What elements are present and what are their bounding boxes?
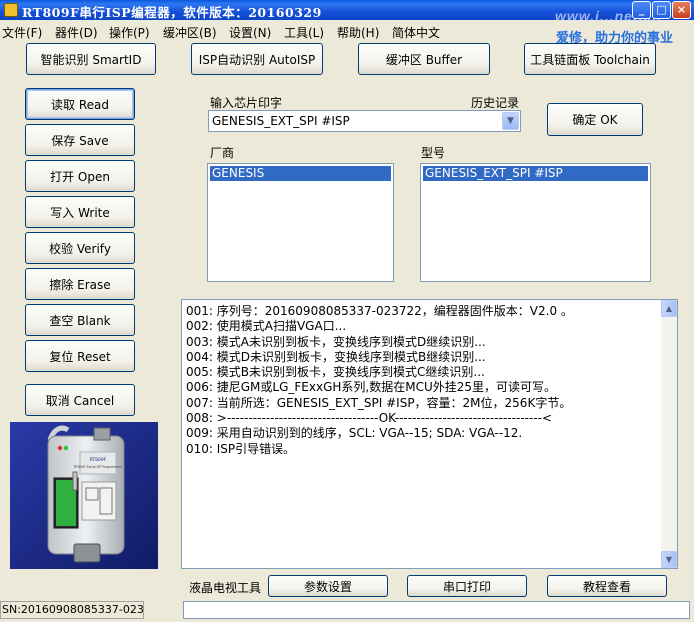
log-line: 010: ISP引导错误。 xyxy=(186,441,296,456)
reset-button[interactable]: 复位 Reset xyxy=(25,340,135,372)
vendor-list-item[interactable]: GENESIS xyxy=(210,166,391,181)
chip-marking-value: GENESIS_EXT_SPI #ISP xyxy=(212,114,350,128)
vendor-list[interactable]: GENESIS xyxy=(207,163,394,282)
menu-tools[interactable]: 工具(L) xyxy=(284,24,324,41)
log-line: 002: 使用模式A扫描VGA口... xyxy=(186,319,347,334)
menu-operation[interactable]: 操作(P) xyxy=(109,24,150,41)
read-button[interactable]: 读取 Read xyxy=(25,88,135,120)
log-line: 001: 序列号：20160908085337-023722，编程器固件版本：V… xyxy=(186,304,573,318)
log-line: 006: 捷尼GM或LG_FExxGH系列,数据在MCU外挂25里，可读可写。 xyxy=(186,380,557,395)
save-button[interactable]: 保存 Save xyxy=(25,124,135,156)
scroll-down-icon[interactable]: ▼ xyxy=(661,551,677,568)
device-caption-text: RT809F Serial ISP Programmer xyxy=(74,465,123,469)
menu-language[interactable]: 简体中文 xyxy=(392,24,440,41)
history-label: 历史记录 xyxy=(471,96,520,110)
minimize-button[interactable]: _ xyxy=(632,1,651,19)
status-panel xyxy=(183,601,690,619)
open-button[interactable]: 打开 Open xyxy=(25,160,135,192)
chip-marking-combobox[interactable]: GENESIS_EXT_SPI #ISP ▼ xyxy=(208,110,521,132)
serial-print-button[interactable]: 串口打印 xyxy=(407,575,527,597)
app-window: RT809F串行ISP编程器，软件版本：20160329 www.i...net… xyxy=(0,0,694,622)
blank-button[interactable]: 查空 Blank xyxy=(25,304,135,336)
model-list-item[interactable]: GENESIS_EXT_SPI #ISP xyxy=(423,166,648,181)
erase-button[interactable]: 擦除 Erase xyxy=(25,268,135,300)
smartid-button[interactable]: 智能识别 SmartID xyxy=(26,43,156,75)
window-title: RT809F串行ISP编程器，软件版本：20160329 xyxy=(22,5,322,20)
lcd-tools-label: 液晶电视工具 xyxy=(189,581,262,595)
maximize-button[interactable]: □ xyxy=(652,1,671,19)
params-button[interactable]: 参数设置 xyxy=(268,575,388,597)
device-brand-text: RT809F xyxy=(90,457,107,463)
serial-number-status: SN:20160908085337-023722 xyxy=(0,601,144,619)
log-scrollbar[interactable]: ▲ ▼ xyxy=(661,300,677,568)
menu-file[interactable]: 文件(F) xyxy=(2,24,42,41)
chip-input-label: 输入芯片印字 xyxy=(210,96,283,110)
scroll-up-icon[interactable]: ▲ xyxy=(661,300,677,317)
buffer-button[interactable]: 缓冲区 Buffer xyxy=(358,43,490,75)
model-list[interactable]: GENESIS_EXT_SPI #ISP xyxy=(420,163,651,282)
menu-help[interactable]: 帮助(H) xyxy=(337,24,379,41)
log-line: 008: >----------------------------------… xyxy=(186,411,553,426)
title-bar[interactable]: RT809F串行ISP编程器，软件版本：20160329 www.i...net… xyxy=(0,0,694,24)
verify-button[interactable]: 校验 Verify xyxy=(25,232,135,264)
close-button[interactable]: × xyxy=(672,1,691,19)
app-icon xyxy=(4,3,18,17)
log-line: 007: 当前所选：GENESIS_EXT_SPI #ISP，容量：2M位，25… xyxy=(186,395,572,410)
autoisp-button[interactable]: ISP自动识别 AutoISP xyxy=(191,43,323,75)
confirm-ok-button[interactable]: 确定 OK xyxy=(547,103,643,136)
device-photo: RT809F RT809F Serial ISP Programmer xyxy=(10,422,158,569)
chevron-down-icon[interactable]: ▼ xyxy=(502,112,519,130)
menu-settings[interactable]: 设置(N) xyxy=(229,24,271,41)
vendor-label: 厂商 xyxy=(210,146,235,160)
model-label: 型号 xyxy=(421,146,446,160)
menu-device[interactable]: 器件(D) xyxy=(55,24,98,41)
log-line: 003: 模式A未识别到板卡，变换线序到模式D继续识别... xyxy=(186,334,486,349)
write-button[interactable]: 写入 Write xyxy=(25,196,135,228)
log-line: 009: 采用自动识别到的线序，SCL: VGA--15; SDA: VGA--… xyxy=(186,426,523,441)
tutorial-button[interactable]: 教程查看 xyxy=(547,575,667,597)
menu-buffer[interactable]: 缓冲区(B) xyxy=(163,24,217,41)
log-output[interactable]: 001: 序列号：20160908085337-023722，编程器固件版本：V… xyxy=(181,299,678,569)
log-line: 004: 模式D未识别到板卡，变换线序到模式B继续识别... xyxy=(186,349,486,364)
programmer-device-icon: RT809F RT809F Serial ISP Programmer xyxy=(10,422,158,569)
toolchain-button[interactable]: 工具链面板 Toolchain xyxy=(524,43,656,75)
cancel-button[interactable]: 取消 Cancel xyxy=(25,384,135,416)
log-line: 005: 模式B未识别到板卡，变换线序到模式C继续识别... xyxy=(186,365,485,380)
